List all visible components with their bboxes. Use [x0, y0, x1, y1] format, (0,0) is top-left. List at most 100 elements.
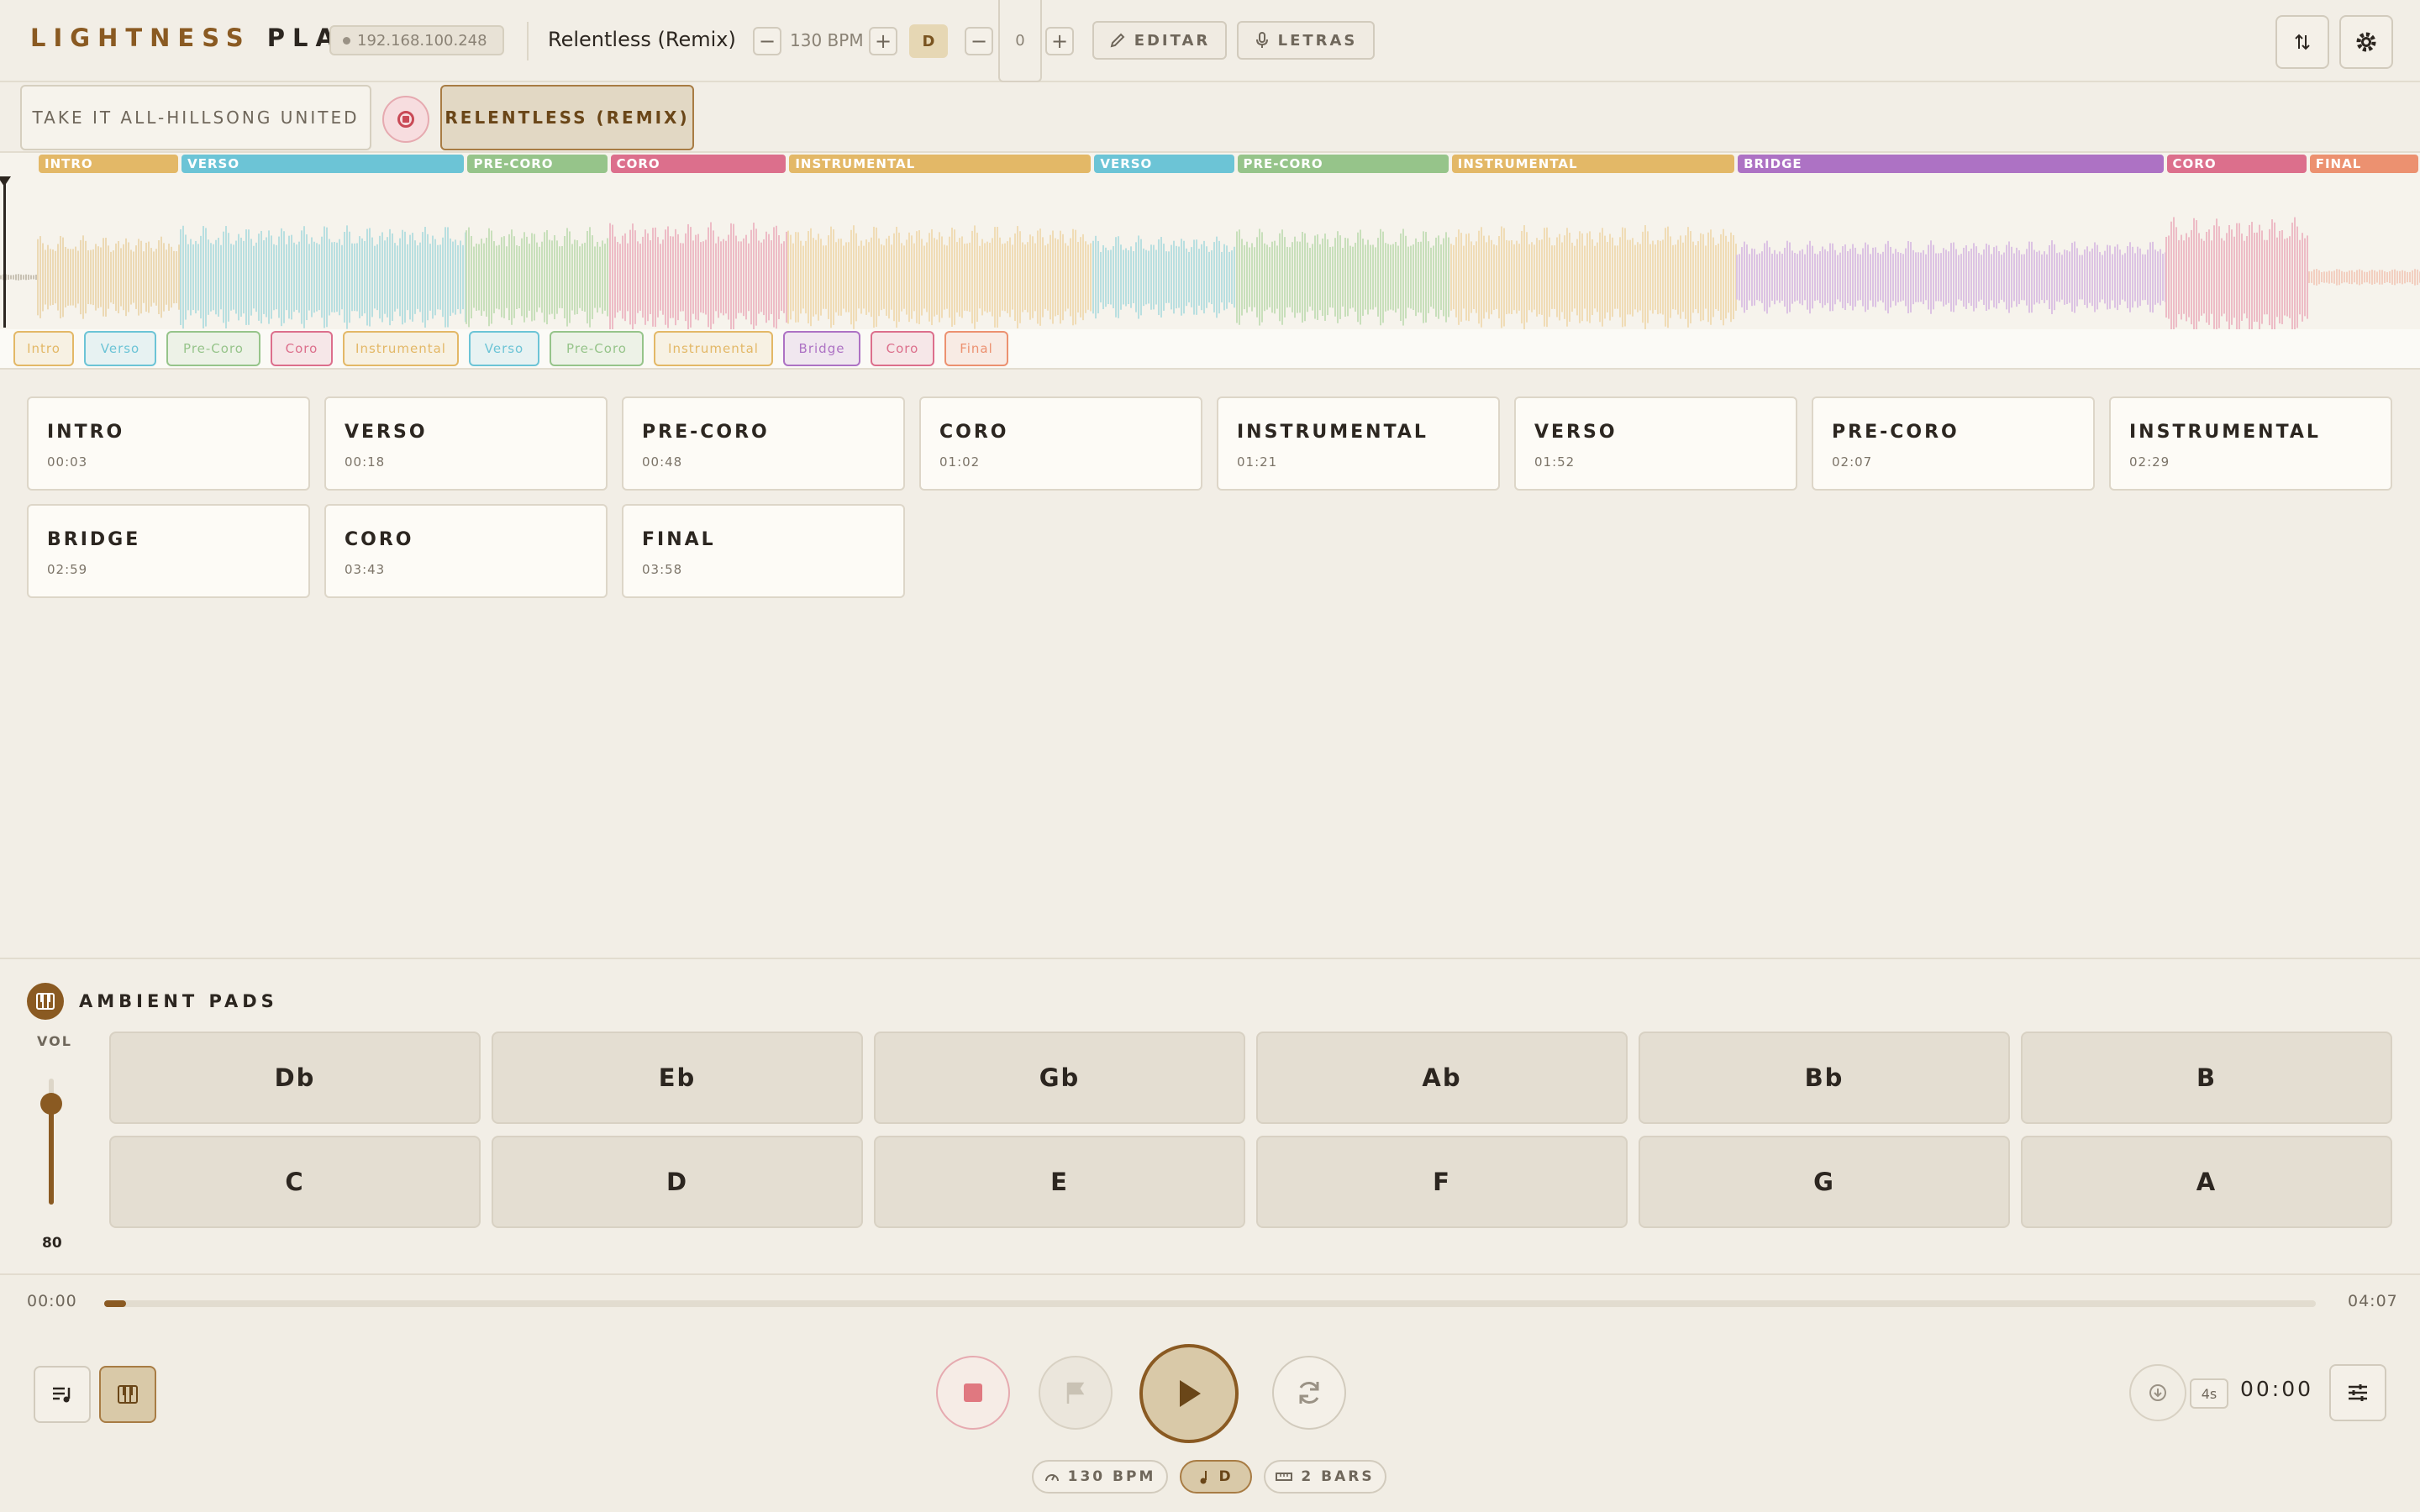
play-button[interactable]: [1139, 1344, 1239, 1443]
section-label[interactable]: CORO: [2166, 155, 2307, 173]
key-badge[interactable]: D: [909, 24, 948, 58]
waveform-sample: [733, 223, 734, 329]
pad-key-button[interactable]: C: [109, 1136, 481, 1228]
pad-key-button[interactable]: Bb: [1639, 1032, 2010, 1124]
section-chip[interactable]: Pre-Coro: [550, 331, 644, 366]
marker-button[interactable]: [1039, 1356, 1113, 1430]
section-card[interactable]: CORO 01:02: [919, 396, 1202, 491]
count-in-button[interactable]: [2129, 1364, 2186, 1421]
section-label[interactable]: VERSO: [182, 155, 465, 173]
pad-key-button[interactable]: F: [1256, 1136, 1628, 1228]
waveform-sample: [1155, 249, 1157, 305]
playlist-button[interactable]: [34, 1366, 91, 1423]
section-card[interactable]: PRE-CORO 02:07: [1812, 396, 2095, 491]
waveform-sample: [1468, 233, 1470, 322]
volume-slider[interactable]: [40, 1079, 62, 1205]
mixer-button[interactable]: [2329, 1364, 2386, 1421]
waveform-sample: [233, 244, 234, 310]
waveform-sample: [1148, 250, 1150, 304]
waveform-sample: [1880, 254, 1881, 301]
waveform-sample: [2139, 248, 2141, 307]
section-chip[interactable]: Verso: [84, 331, 156, 366]
section-chip[interactable]: Coro: [271, 331, 333, 366]
transpose-decrease-button[interactable]: −: [965, 27, 993, 55]
waveform-sample: [1865, 242, 1866, 312]
section-chip[interactable]: Instrumental: [654, 331, 773, 366]
pad-key-button[interactable]: E: [874, 1136, 1245, 1228]
section-card[interactable]: VERSO 00:18: [324, 396, 608, 491]
bpm-increase-button[interactable]: +: [869, 27, 897, 55]
pad-key-button[interactable]: Db: [109, 1032, 481, 1124]
waveform-sample: [160, 236, 162, 318]
section-chip[interactable]: Instrumental: [343, 331, 459, 366]
section-label[interactable]: INSTRUMENTAL: [789, 155, 1092, 173]
pad-key-button[interactable]: Gb: [874, 1032, 1245, 1124]
waveform-sample: [1692, 241, 1694, 313]
setlist-tab-relentless[interactable]: RELENTLESS (REMIX): [440, 85, 694, 150]
section-card[interactable]: INSTRUMENTAL 01:21: [1217, 396, 1500, 491]
section-card[interactable]: INSTRUMENTAL 02:29: [2109, 396, 2392, 491]
section-card[interactable]: CORO 03:43: [324, 504, 608, 598]
lyrics-button[interactable]: LETRAS: [1237, 21, 1375, 60]
count-in-seconds[interactable]: 4s: [2190, 1378, 2228, 1409]
waveform-sample: [130, 249, 132, 305]
bpm-decrease-button[interactable]: −: [753, 27, 781, 55]
waveform-timeline[interactable]: INTRO VERSO PRE-CORO CORO INSTRUMENTAL VERSO P…: [0, 153, 2420, 329]
section-chip[interactable]: Intro: [13, 331, 74, 366]
pad-key-button[interactable]: Ab: [1256, 1032, 1628, 1124]
waveform-sample: [587, 230, 588, 324]
pad-key-button[interactable]: G: [1639, 1136, 2010, 1228]
waveform[interactable]: [0, 176, 2420, 329]
section-chip[interactable]: Bridge: [783, 331, 860, 366]
play-icon: [1180, 1380, 1201, 1407]
setlist-tab-take-it-all[interactable]: TAKE IT ALL-HILLSONG UNITED: [20, 85, 371, 150]
bpm-pill[interactable]: 130 BPM: [1032, 1460, 1168, 1494]
settings-button[interactable]: [2339, 15, 2393, 69]
section-label[interactable]: FINAL: [2309, 155, 2418, 173]
pad-key-button[interactable]: Eb: [492, 1032, 863, 1124]
waveform-sample: [203, 226, 204, 328]
section-label[interactable]: INTRO: [39, 155, 179, 173]
section-card[interactable]: FINAL 03:58: [622, 504, 905, 598]
pad-key-button[interactable]: B: [2021, 1032, 2392, 1124]
pads-toggle-button[interactable]: [99, 1366, 156, 1423]
section-label[interactable]: PRE-CORO: [467, 155, 608, 173]
waveform-sample: [868, 242, 870, 312]
record-button[interactable]: [382, 96, 429, 143]
loop-button[interactable]: [1272, 1356, 1346, 1430]
waveform-sample: [471, 235, 472, 319]
waveform-sample: [1627, 239, 1628, 315]
waveform-sample: [1014, 233, 1016, 322]
section-chip[interactable]: Verso: [469, 331, 539, 366]
waveform-sample: [2144, 254, 2146, 301]
section-card[interactable]: PRE-CORO 00:48: [622, 396, 905, 491]
progress-track[interactable]: [104, 1300, 2316, 1307]
section-card-time: 03:58: [642, 562, 683, 577]
section-label[interactable]: VERSO: [1094, 155, 1234, 173]
section-chip[interactable]: Final: [944, 331, 1008, 366]
pad-key-button[interactable]: A: [2021, 1136, 2392, 1228]
waveform-sample: [883, 245, 885, 309]
volume-slider-handle[interactable]: [40, 1093, 62, 1115]
playhead[interactable]: [3, 178, 6, 328]
section-label[interactable]: CORO: [610, 155, 786, 173]
section-label[interactable]: PRE-CORO: [1237, 155, 1449, 173]
section-label[interactable]: BRIDGE: [1738, 155, 2164, 173]
pad-key-button[interactable]: D: [492, 1136, 863, 1228]
transpose-increase-button[interactable]: +: [1045, 27, 1074, 55]
waveform-sample: [123, 244, 124, 311]
edit-button[interactable]: EDITAR: [1092, 21, 1227, 60]
section-chip[interactable]: Pre-Coro: [166, 331, 260, 366]
waveform-sample: [18, 274, 19, 281]
section-label[interactable]: INSTRUMENTAL: [1451, 155, 1735, 173]
key-pill[interactable]: D: [1180, 1460, 1252, 1494]
sort-button[interactable]: [2275, 15, 2329, 69]
section-chip[interactable]: Coro: [871, 331, 934, 366]
section-card[interactable]: INTRO 00:03: [27, 396, 310, 491]
stop-button[interactable]: [936, 1356, 1010, 1430]
section-card[interactable]: VERSO 01:52: [1514, 396, 1797, 491]
section-card[interactable]: BRIDGE 02:59: [27, 504, 310, 598]
waveform-sample: [2142, 254, 2144, 301]
waveform-sample: [1617, 245, 1618, 309]
bars-pill[interactable]: 2 BARS: [1264, 1460, 1386, 1494]
